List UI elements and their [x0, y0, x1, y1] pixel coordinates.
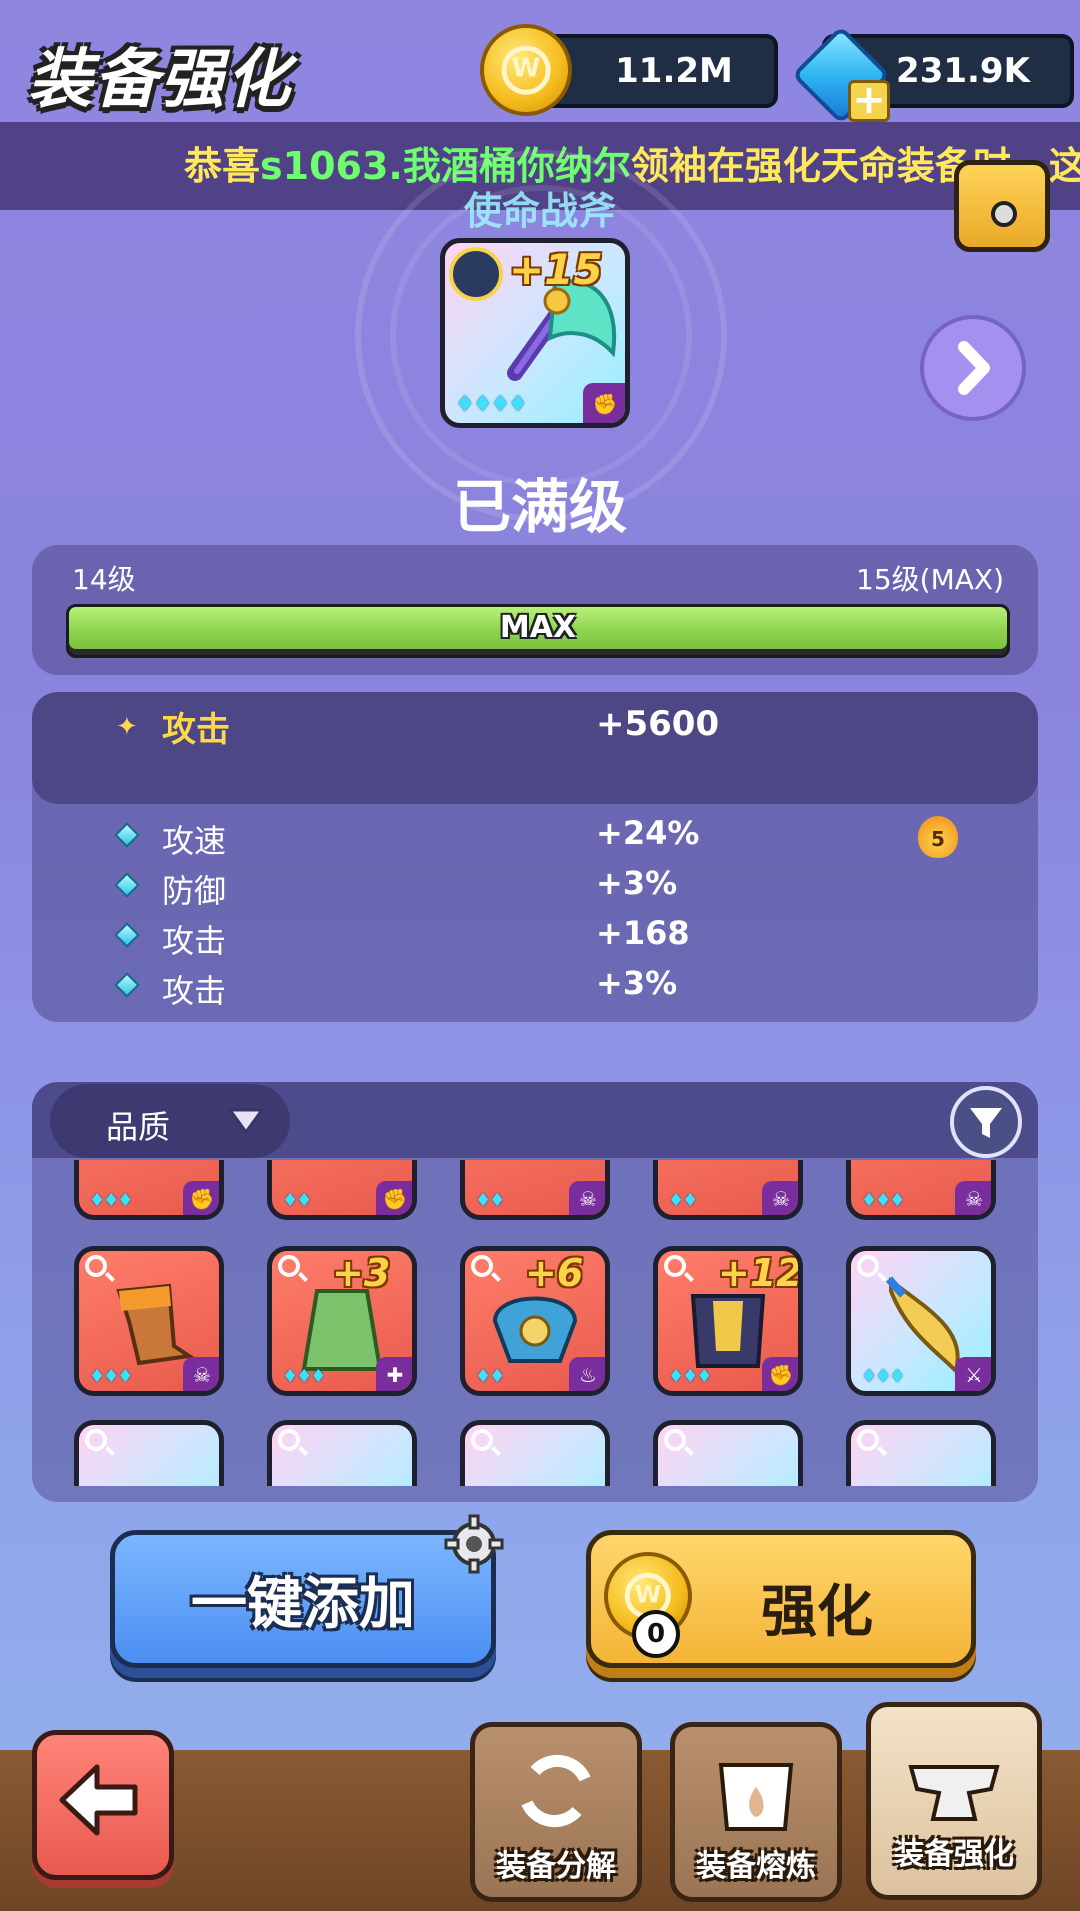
fist-icon: ✊: [762, 1357, 798, 1391]
coin-icon: W: [480, 24, 572, 116]
tab-decompose[interactable]: 装备分解: [470, 1722, 642, 1902]
magnify-icon: [857, 1429, 879, 1451]
coin-amount: 11.2M: [615, 51, 733, 91]
max-level-label: 15级(MAX): [856, 563, 1004, 596]
filter-icon: [970, 1108, 1002, 1138]
substat-name: 攻速: [162, 822, 227, 860]
item-level-badge: +15: [509, 245, 603, 294]
inventory-item[interactable]: [846, 1420, 996, 1486]
substat-value: +3%: [596, 864, 678, 902]
progress-bar-text: MAX: [499, 610, 577, 645]
inventory-item[interactable]: ♦♦♦ ☠: [74, 1246, 224, 1396]
tab-label: 装备熔炼: [696, 1849, 816, 1884]
substat-name: 攻击: [162, 922, 227, 960]
enhance-label: 强化: [761, 1580, 873, 1645]
back-button[interactable]: [32, 1730, 174, 1880]
add-gems-icon[interactable]: +: [848, 80, 890, 122]
sort-label: 品质: [106, 1108, 171, 1146]
enhance-cost: 0: [632, 1610, 680, 1658]
substat-value: +3%: [596, 964, 678, 1002]
tab-smelt[interactable]: 装备熔炼: [670, 1722, 842, 1902]
item-stars: ♦♦♦♦: [455, 392, 528, 417]
magnify-icon: [85, 1429, 107, 1451]
inventory-item[interactable]: ♦♦ ☠: [460, 1160, 610, 1220]
fist-icon: ✊: [183, 1181, 219, 1215]
back-arrow-icon: [59, 1764, 138, 1836]
filter-button[interactable]: [950, 1086, 1022, 1158]
main-stat-star-icon: ✦: [116, 712, 138, 742]
furnace-icon: [718, 1763, 794, 1831]
main-stat-name: 攻击: [162, 710, 230, 750]
item-name: 使命战斧: [463, 189, 616, 233]
flame-icon: ♨: [569, 1357, 605, 1391]
cross-icon: ✚: [376, 1357, 412, 1391]
inventory-item[interactable]: ♦♦ ☠: [653, 1160, 803, 1220]
inventory-item[interactable]: [74, 1420, 224, 1486]
inventory-item[interactable]: +3 ♦♦♦ ✚: [267, 1246, 417, 1396]
tab-enhance[interactable]: 装备强化: [866, 1702, 1042, 1900]
inventory-item[interactable]: +6 ♦♦ ♨: [460, 1246, 610, 1396]
level-progress-bar: MAX: [66, 604, 1010, 658]
sort-dropdown[interactable]: 品质: [50, 1084, 290, 1158]
substat-name: 攻击: [162, 972, 227, 1010]
inventory-item[interactable]: ♦♦ ✊: [267, 1160, 417, 1220]
selected-item-card[interactable]: +15 ♦♦♦♦ ✊: [440, 238, 630, 428]
fist-icon: ✊: [376, 1181, 412, 1215]
auto-add-button[interactable]: 一键添加: [110, 1530, 496, 1668]
tab-label: 装备分解: [496, 1849, 616, 1884]
inventory-grid: ♦♦♦ ✊ ♦♦ ✊ ♦♦ ☠ ♦♦ ☠ ♦♦♦ ☠ ♦♦♦ ☠ +3 ♦♦♦ ✚ +6 ♦♦…: [60, 1160, 1020, 1486]
substat-value: +24%: [596, 814, 700, 852]
next-item-button[interactable]: [920, 315, 1026, 421]
gear-icon[interactable]: [444, 1514, 504, 1574]
inventory-item[interactable]: ♦♦♦ ⚔: [846, 1246, 996, 1396]
inventory-item[interactable]: [653, 1420, 803, 1486]
current-level-label: 14级: [72, 563, 136, 596]
owner-avatar: [449, 247, 503, 301]
substat-value: +168: [596, 914, 690, 952]
magnify-icon: [664, 1429, 686, 1451]
skull-icon: ☠: [955, 1181, 991, 1215]
flame-badge-count: 5: [931, 827, 945, 851]
inventory-item[interactable]: +12 ♦♦♦ ✊: [653, 1246, 803, 1396]
max-level-status: 已满级: [452, 473, 627, 541]
tab-label: 装备强化: [894, 1837, 1014, 1872]
skull-icon: ☠: [762, 1181, 798, 1215]
inventory-item[interactable]: [460, 1420, 610, 1486]
substat-name: 防御: [162, 872, 227, 910]
fist-icon: ✊: [583, 383, 625, 423]
inventory-item[interactable]: ♦♦♦ ☠: [846, 1160, 996, 1220]
gem-amount: 231.9K: [896, 51, 1030, 91]
flame-badge-icon: 5: [918, 816, 958, 858]
recycle-icon: [521, 1754, 591, 1828]
skull-icon: ☠: [569, 1181, 605, 1215]
auto-add-label: 一键添加: [191, 1571, 415, 1637]
sword-icon: ⚔: [955, 1357, 991, 1391]
skull-icon: ☠: [183, 1357, 219, 1391]
main-stat-value: +5600: [596, 704, 720, 744]
chevron-right-icon: [958, 341, 990, 395]
magnify-icon: [471, 1429, 493, 1451]
page-title: 装备强化: [28, 43, 292, 117]
inventory-item[interactable]: ♦♦♦ ✊: [74, 1160, 224, 1220]
chevron-down-icon: [228, 1108, 264, 1134]
inventory-item[interactable]: [267, 1420, 417, 1486]
magnify-icon: [278, 1429, 300, 1451]
